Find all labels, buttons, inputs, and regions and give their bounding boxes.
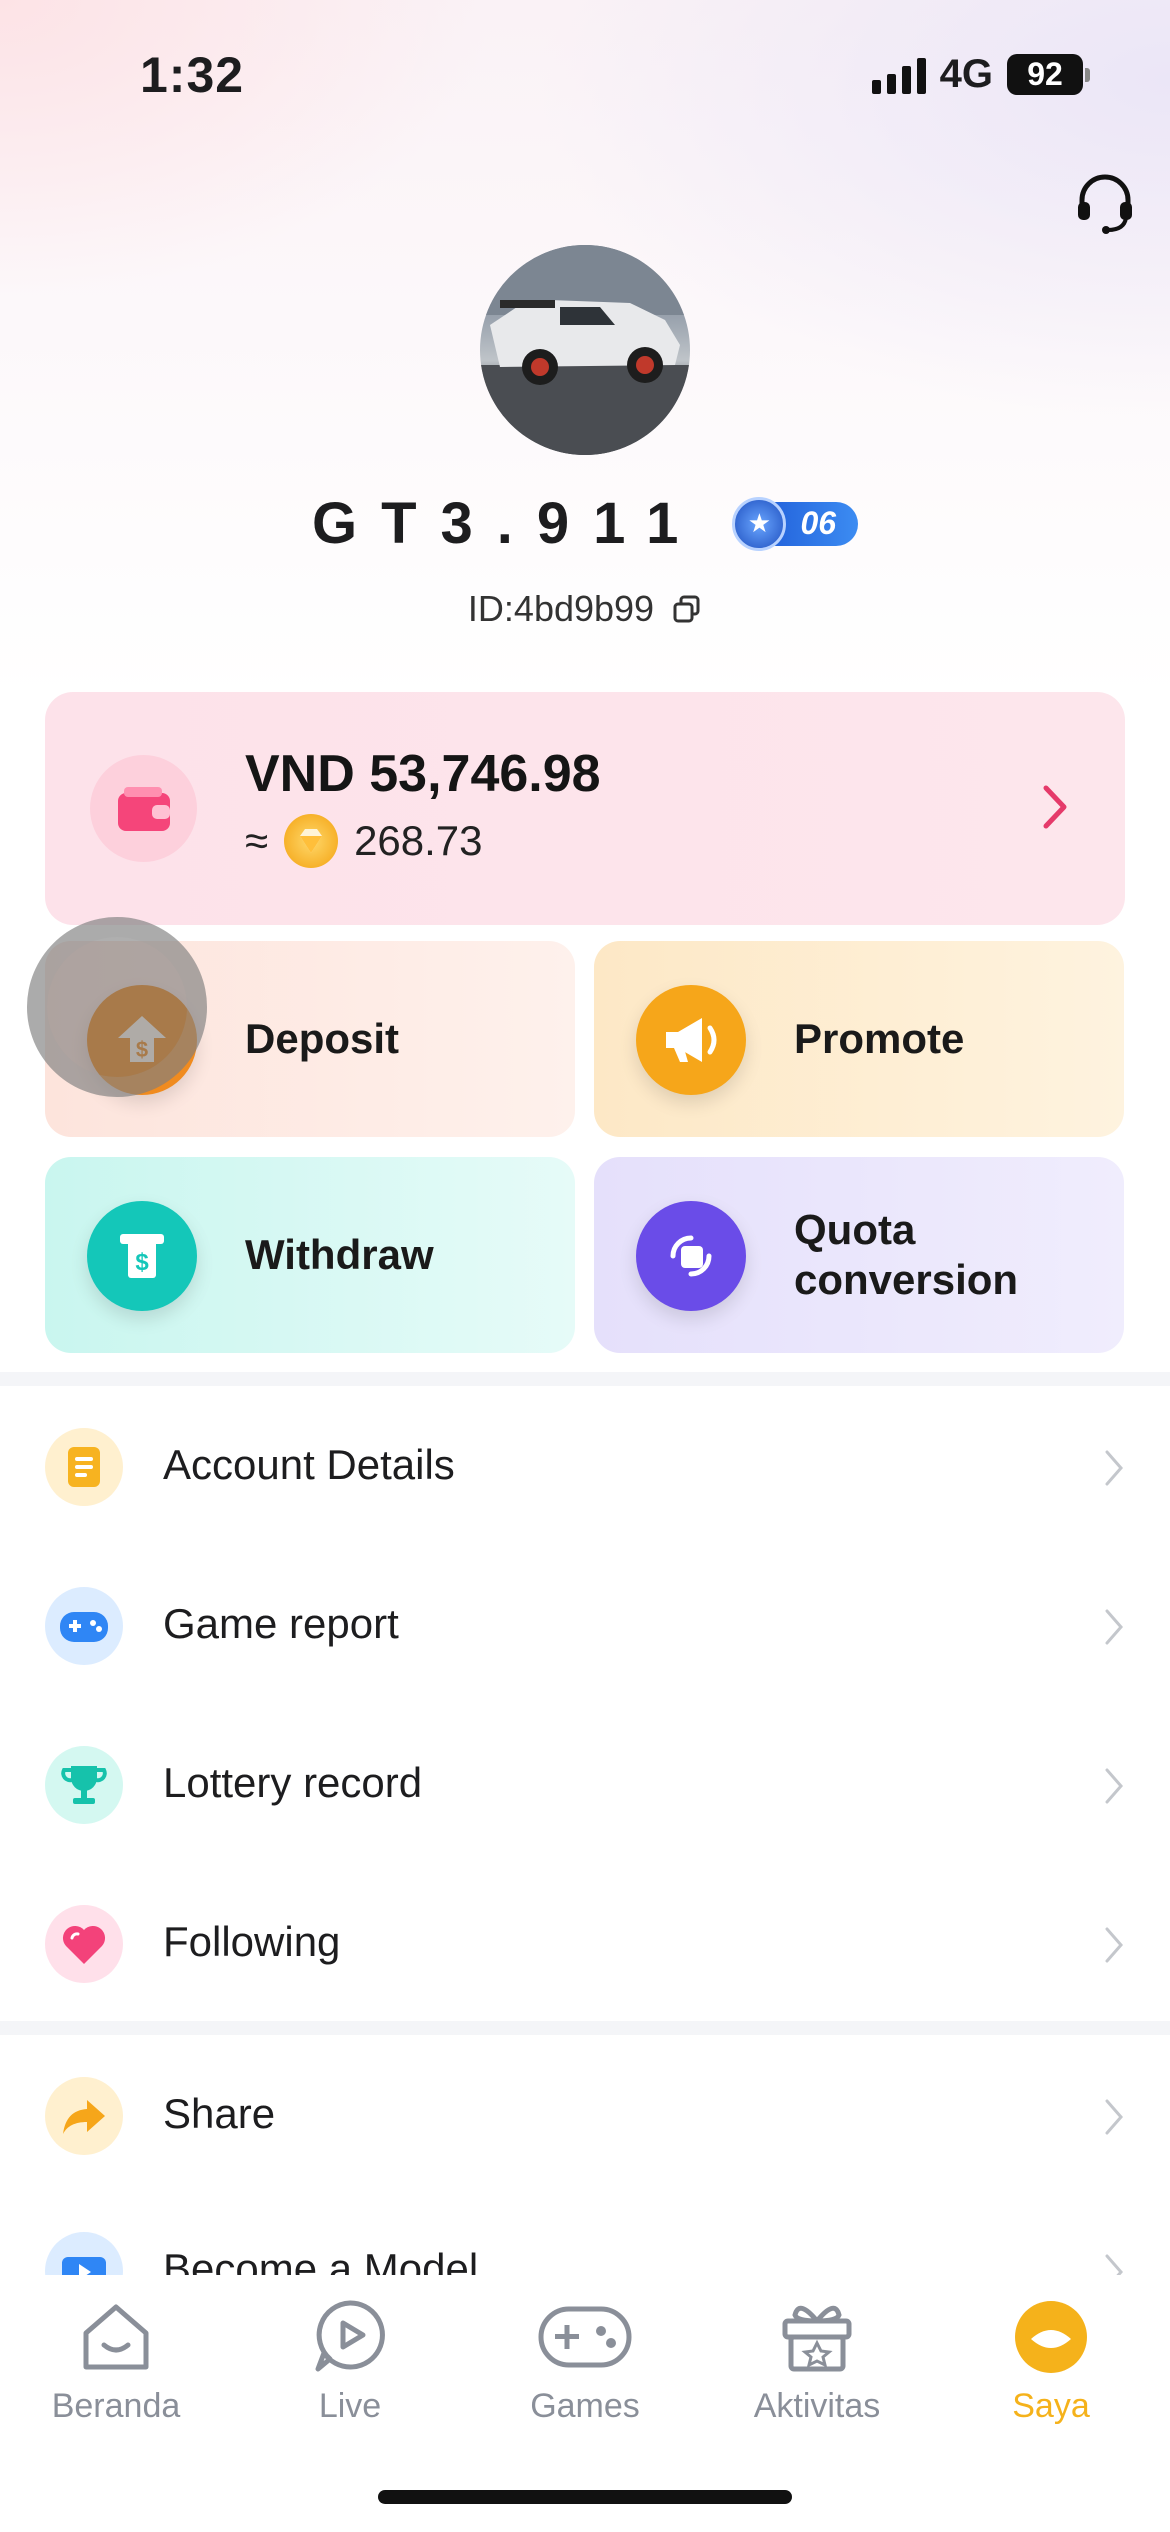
tab-aktivitas[interactable]: Aktivitas [737,2295,897,2426]
promote-label: Promote [794,1015,965,1062]
profile-icon [1015,2301,1087,2373]
tab-live[interactable]: Live [270,2295,430,2426]
wallet-icon [90,755,197,862]
menu-label: Game report [163,1600,399,1647]
menu-label: Following [163,1918,341,1965]
live-icon [315,2300,385,2372]
coin-balance-row: ≈ 268.73 [245,814,483,868]
document-icon [45,1428,123,1506]
menu-item-account-details[interactable]: Account Details [0,1386,1170,1544]
conversion-icon [636,1201,746,1311]
menu-item-lottery-record[interactable]: Lottery record [0,1704,1170,1862]
level-number: 06 [800,505,837,541]
heart-icon [45,1905,123,1983]
menu-item-share[interactable]: Share [0,2035,1170,2193]
copy-icon[interactable] [672,594,702,624]
home-indicator [378,2490,792,2504]
section-divider [0,2021,1170,2035]
chevron-right-icon [1105,1609,1123,1645]
signal-icon [871,56,926,94]
gift-icon [782,2305,852,2372]
balance-card[interactable]: VND 53,746.98 ≈ 268.73 [45,692,1125,925]
home-icon [83,2304,149,2370]
coin-amount: 268.73 [354,817,483,864]
username: GT3.911 [311,491,703,556]
chevron-right-icon [1105,1450,1123,1486]
status-indicators: 4G 92 [871,52,1090,97]
tab-label: Saya [1012,2387,1090,2425]
balance-amount: VND 53,746.98 [245,745,601,803]
withdraw-label: Withdraw [245,1231,434,1278]
promote-tile[interactable]: Promote [594,941,1124,1137]
username-row: GT3.911 ★ 06 [0,490,1170,557]
withdraw-tile[interactable]: $ Withdraw [45,1157,575,1353]
user-id: ID:4bd9b99 [467,588,655,629]
tab-label: Beranda [51,2387,181,2425]
star-icon: ★ [732,496,787,551]
withdraw-icon: $ [87,1201,197,1311]
menu-label: Share [163,2090,276,2137]
share-icon [45,2077,123,2155]
status-time: 1:32 [140,47,245,103]
quota-conversion-label: Quota conversion [794,1206,1019,1303]
touch-indicator [27,917,207,1097]
network-type: 4G [939,52,993,96]
chevron-right-icon [1105,2099,1123,2135]
chevron-right-icon [1105,1927,1123,1963]
gamepad-icon [45,1587,123,1665]
customer-service-icon[interactable] [1070,168,1140,238]
menu-item-game-report[interactable]: Game report [0,1545,1170,1703]
menu-item-following[interactable]: Following [0,1863,1170,2021]
avatar[interactable] [480,245,690,455]
deposit-label: Deposit [245,1015,400,1062]
chevron-right-icon [1043,785,1067,829]
tab-saya[interactable]: Saya [971,2295,1131,2426]
diamond-coin-icon [284,814,339,868]
gamepad-tab-icon [538,2306,632,2368]
chevron-right-icon [1105,1768,1123,1804]
car-photo [480,245,690,455]
battery-icon: 92 [1007,54,1090,95]
quota-conversion-tile[interactable]: Quota conversion [594,1157,1124,1353]
user-id-row: ID:4bd9b99 [0,588,1170,630]
tab-label: Games [530,2387,640,2425]
tab-games[interactable]: Games [505,2295,665,2426]
tab-label: Live [318,2387,382,2425]
tab-beranda[interactable]: Beranda [36,2295,196,2426]
battery-level: 92 [1007,54,1083,95]
menu-label: Account Details [163,1441,455,1488]
megaphone-icon [636,985,746,1095]
tab-label: Aktivitas [753,2387,881,2425]
level-badge: ★ 06 [732,496,859,551]
section-divider [0,1372,1170,1386]
approx-symbol: ≈ [245,817,269,864]
svg-text:$: $ [135,1249,149,1276]
trophy-icon [45,1746,123,1824]
menu-label: Lottery record [163,1759,423,1806]
